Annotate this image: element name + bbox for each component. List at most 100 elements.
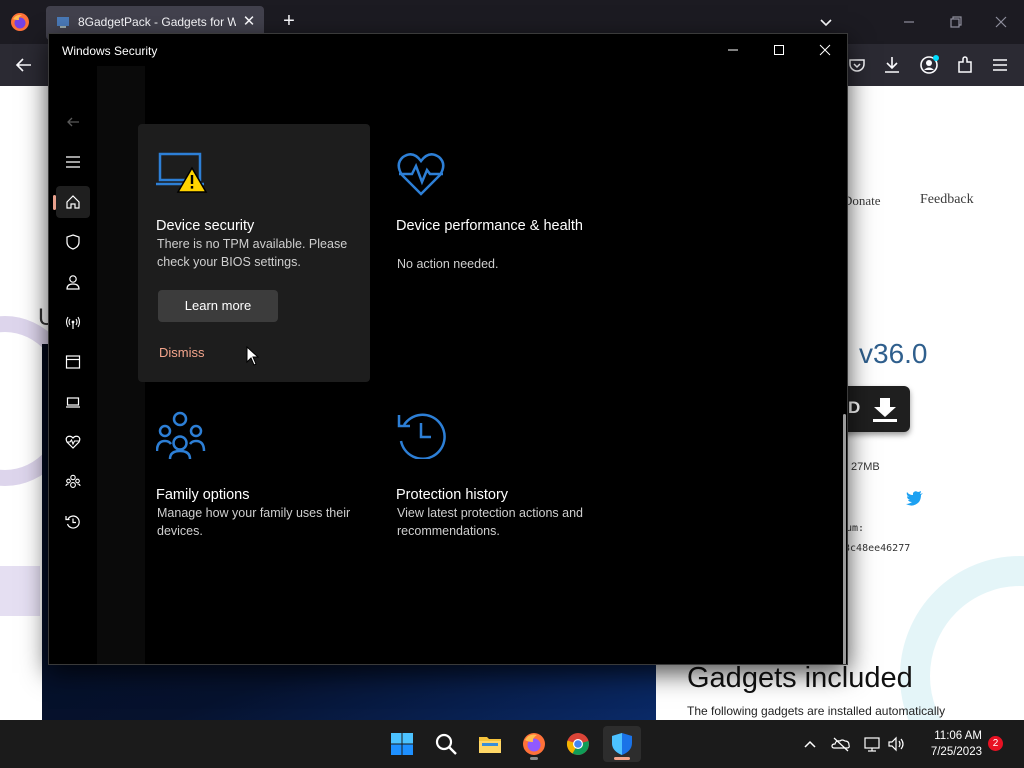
heart-pulse-icon	[397, 153, 445, 196]
history-icon	[65, 515, 80, 529]
gadgets-heading: Gadgets included	[687, 662, 913, 694]
sidebar-item-settings[interactable]	[56, 658, 90, 664]
active-indicator	[53, 195, 56, 210]
card-description: No action needed.	[397, 257, 499, 271]
account-icon	[66, 275, 80, 290]
sidebar-item-device-security[interactable]	[56, 386, 90, 418]
file-explorer-icon	[479, 737, 501, 753]
card-title: Device performance & health	[396, 218, 583, 234]
start-button[interactable]	[383, 726, 421, 762]
new-tab-button[interactable]: +	[277, 10, 301, 34]
list-all-tabs-icon[interactable]	[814, 10, 838, 34]
taskbar: 11:06 AM 7/25/2023 2	[0, 720, 1024, 768]
extensions-icon[interactable]	[953, 53, 977, 77]
minimize-icon[interactable]	[721, 38, 745, 62]
windows-security-icon	[612, 733, 632, 755]
card-protection-history[interactable]: Protection history View latest protectio…	[378, 411, 610, 664]
card-title: Family options	[156, 487, 250, 503]
sidebar-item-device-health[interactable]	[56, 426, 90, 458]
card-device-performance[interactable]: Device performance & health No action ne…	[378, 124, 610, 382]
firewall-icon	[65, 316, 81, 329]
restore-icon[interactable]	[943, 10, 967, 34]
volume-icon[interactable]	[886, 734, 906, 754]
decorative-block	[0, 566, 40, 616]
sidebar-item-family[interactable]	[56, 466, 90, 498]
chrome-icon	[566, 733, 589, 755]
dismiss-link[interactable]: Dismiss	[159, 345, 205, 360]
running-indicator	[614, 757, 630, 760]
card-description: There is no TPM available. Please check …	[157, 237, 348, 269]
card-device-security[interactable]: Device security There is no TPM availabl…	[138, 124, 370, 382]
security-sidebar	[49, 66, 97, 664]
onedrive-offline-icon[interactable]	[831, 734, 851, 754]
laptop-warning-icon	[156, 152, 208, 193]
sidebar-item-home[interactable]	[53, 186, 90, 218]
mouse-cursor-icon	[246, 346, 260, 366]
sidebar-item-account[interactable]	[56, 266, 90, 298]
vertical-scrollbar[interactable]	[843, 414, 846, 664]
sidebar-item-firewall[interactable]	[56, 306, 90, 338]
network-icon[interactable]	[862, 734, 882, 754]
family-icon	[65, 474, 81, 488]
gadget-favicon-icon	[57, 17, 69, 28]
home-icon	[66, 195, 80, 209]
donate-link[interactable]: Donate	[843, 193, 881, 209]
app-browser-icon	[65, 355, 81, 369]
download-icon[interactable]	[880, 53, 904, 77]
pocket-icon[interactable]	[845, 53, 869, 77]
window-title: Windows Security	[62, 44, 158, 58]
windows-security-taskbar-button[interactable]	[603, 726, 641, 762]
account-icon[interactable]	[917, 53, 941, 77]
sidebar-item-app-browser[interactable]	[56, 346, 90, 378]
card-description: Manage how your family uses their device…	[157, 506, 351, 538]
close-window-icon[interactable]	[989, 10, 1013, 34]
chevron-up-icon[interactable]	[800, 734, 820, 754]
checksum-label: um:	[846, 523, 865, 534]
window-titlebar[interactable]: Windows Security	[49, 34, 847, 66]
family-icon	[156, 411, 206, 459]
download-label: D	[848, 398, 861, 417]
search-button[interactable]	[427, 726, 465, 762]
back-arrow-icon[interactable]	[12, 53, 36, 77]
maximize-icon[interactable]	[767, 38, 791, 62]
close-icon[interactable]	[813, 38, 837, 62]
laptop-icon	[66, 397, 80, 408]
card-description: View latest protection actions and recom…	[397, 506, 583, 538]
search-icon	[435, 733, 457, 755]
windows-security-window: Windows Security Device security There i…	[48, 33, 848, 665]
sidebar-item-virus-protection[interactable]	[56, 226, 90, 258]
file-size: 27MB	[851, 461, 880, 473]
system-clock[interactable]: 11:06 AM 7/25/2023	[918, 728, 982, 760]
firefox-taskbar-button[interactable]	[515, 726, 553, 762]
shield-icon	[66, 234, 80, 250]
hamburger-menu-icon[interactable]	[988, 53, 1012, 77]
firefox-menu-icon[interactable]	[10, 12, 30, 32]
tab-title: 8GadgetPack - Gadgets for Win	[78, 15, 236, 29]
gadgets-subtext: The following gadgets are installed auto…	[687, 704, 946, 718]
minimize-icon[interactable]	[897, 10, 921, 34]
card-title: Protection history	[396, 487, 509, 503]
hamburger-menu-icon	[66, 156, 80, 168]
security-main-content: Device security There is no TPM availabl…	[97, 66, 847, 664]
history-icon	[397, 413, 446, 459]
heart-pulse-icon	[65, 435, 81, 449]
clock-date: 7/25/2023	[930, 746, 982, 758]
version-label: v36.0	[859, 338, 928, 369]
card-family-options[interactable]: Family options Manage how your family us…	[138, 411, 370, 664]
tab-close-button[interactable]: ✕	[238, 11, 260, 33]
twitter-icon[interactable]	[906, 490, 924, 506]
running-indicator	[530, 757, 538, 760]
menu-toggle-button[interactable]	[56, 146, 90, 178]
chrome-taskbar-button[interactable]	[559, 726, 597, 762]
windows-start-icon	[391, 733, 413, 755]
download-button[interactable]: D	[838, 386, 910, 432]
download-arrow-icon	[873, 398, 897, 422]
learn-more-button[interactable]: Learn more	[158, 290, 278, 322]
checksum-value: e3c48ee46277	[838, 543, 911, 554]
notification-badge[interactable]: 2	[988, 736, 1003, 751]
clock-time: 11:06 AM	[934, 730, 982, 742]
file-explorer-button[interactable]	[471, 726, 509, 762]
sidebar-item-protection-history[interactable]	[56, 506, 90, 538]
feedback-link[interactable]: Feedback	[920, 192, 974, 208]
back-button[interactable]	[56, 106, 90, 138]
